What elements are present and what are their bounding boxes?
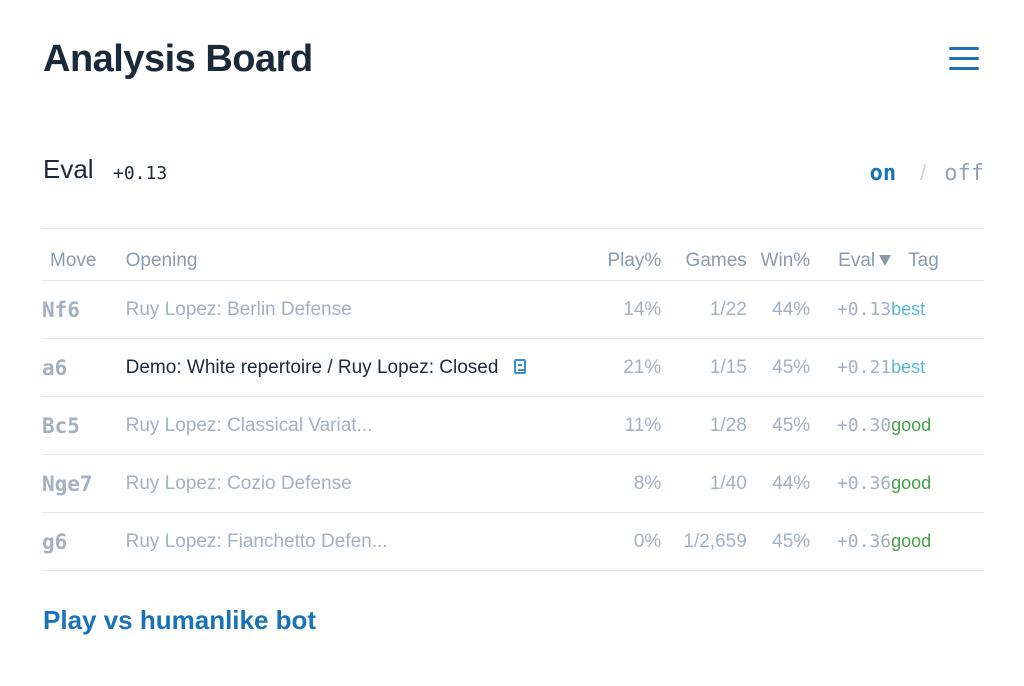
opening-cell: Ruy Lopez: Classical Variat...: [125, 396, 585, 455]
move-cell[interactable]: Nf6: [42, 280, 126, 339]
games-cell: 1/2,659: [661, 512, 747, 571]
play-vs-bot-link[interactable]: Play vs humanlike bot: [43, 605, 316, 636]
tag-badge: good: [891, 512, 984, 571]
tag-label: good: [891, 415, 932, 435]
play-percent-cell: 8%: [584, 454, 662, 513]
games-cell: 1/15: [661, 338, 747, 397]
eval-cell: +0.21: [810, 338, 892, 397]
eval-toggle-on[interactable]: on: [870, 161, 897, 186]
tag-label: best: [891, 299, 926, 319]
table-header-row: Move Opening Play% Games Win% Eval Tag: [42, 241, 984, 281]
move-cell[interactable]: Nge7: [42, 454, 126, 513]
win-percent-cell: 44%: [746, 280, 811, 339]
opening-name: Demo: White repertoire / Ruy Lopez: Clos…: [125, 356, 499, 378]
moves-table: Move Opening Play% Games Win% Eval Tag N…: [42, 241, 984, 571]
eval-toggle: on / off: [870, 160, 984, 186]
table-row[interactable]: a6 Demo: White repertoire / Ruy Lopez: Cl…: [42, 338, 984, 397]
opening-cell: Ruy Lopez: Berlin Defense: [125, 280, 585, 339]
opening-name: Ruy Lopez: Berlin Defense: [125, 298, 352, 320]
games-cell: 1/40: [661, 454, 747, 513]
hamburger-menu-icon[interactable]: [946, 44, 982, 76]
tag-label: best: [891, 357, 926, 377]
play-percent-cell: 11%: [584, 396, 662, 455]
opening-cell: Ruy Lopez: Cozio Defense: [125, 454, 585, 513]
move-cell[interactable]: Bc5: [42, 396, 126, 455]
section-divider: [42, 228, 984, 229]
eval-cell: +0.13: [810, 280, 892, 339]
play-percent-cell: 14%: [584, 280, 662, 339]
eval-cell: +0.36: [810, 454, 892, 513]
table-row[interactable]: Bc5 Ruy Lopez: Classical Variat... 11% 1/28…: [42, 396, 984, 455]
sort-desc-icon: [879, 254, 892, 266]
opening-cell: Demo: White repertoire / Ruy Lopez: Clos…: [125, 338, 585, 397]
opening-name: Ruy Lopez: Fianchetto Defen...: [125, 530, 388, 552]
column-header-games[interactable]: Games: [661, 241, 747, 281]
tag-label: good: [891, 473, 932, 493]
move-cell[interactable]: a6: [42, 338, 126, 397]
column-header-win[interactable]: Win%: [746, 241, 811, 281]
opening-cell: Ruy Lopez: Fianchetto Defen...: [125, 512, 585, 571]
games-cell: 1/22: [661, 280, 747, 339]
win-percent-cell: 45%: [746, 512, 811, 571]
tag-label: good: [891, 531, 932, 551]
page-title: Analysis Board: [43, 38, 313, 80]
column-header-eval[interactable]: Eval: [810, 241, 892, 281]
play-percent-cell: 21%: [584, 338, 662, 397]
win-percent-cell: 44%: [746, 454, 811, 513]
play-percent-cell: 0%: [584, 512, 662, 571]
tag-badge: best: [891, 280, 984, 339]
eval-label: Eval: [43, 154, 94, 184]
table-row[interactable]: Nf6 Ruy Lopez: Berlin Defense 14% 1/22 44% +0…: [42, 280, 984, 339]
book-icon[interactable]: [514, 358, 527, 374]
column-header-move[interactable]: Move: [42, 241, 126, 281]
eval-toggle-separator: /: [920, 160, 927, 185]
eval-value: +0.13: [113, 163, 168, 184]
tag-badge: good: [891, 396, 984, 455]
table-row[interactable]: Nge7 Ruy Lopez: Cozio Defense 8% 1/40 44% +0.…: [42, 454, 984, 513]
column-header-tag[interactable]: Tag: [891, 241, 984, 281]
opening-name: Ruy Lopez: Cozio Defense: [125, 472, 352, 494]
win-percent-cell: 45%: [746, 338, 811, 397]
eval-toggle-off[interactable]: off: [944, 161, 984, 186]
eval-cell: +0.30: [810, 396, 892, 455]
tag-badge: best: [891, 338, 984, 397]
eval-cell: +0.36: [810, 512, 892, 571]
column-header-play[interactable]: Play%: [584, 241, 662, 281]
tag-badge: good: [891, 454, 984, 513]
games-cell: 1/28: [661, 396, 747, 455]
opening-name: Ruy Lopez: Classical Variat...: [125, 414, 373, 436]
column-header-eval-label: Eval: [838, 249, 876, 271]
move-cell[interactable]: g6: [42, 512, 126, 571]
table-row[interactable]: g6 Ruy Lopez: Fianchetto Defen... 0% 1/2,65…: [42, 512, 984, 571]
column-header-opening[interactable]: Opening: [125, 241, 585, 281]
table-body: Nf6 Ruy Lopez: Berlin Defense 14% 1/22 44% +0…: [42, 280, 984, 571]
win-percent-cell: 45%: [746, 396, 811, 455]
